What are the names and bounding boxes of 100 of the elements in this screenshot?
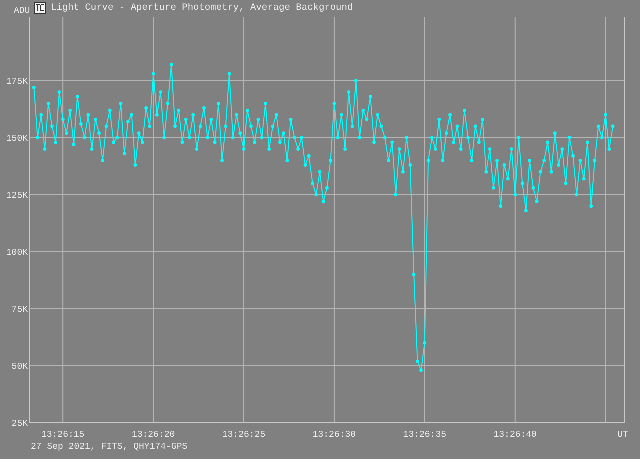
data-point <box>292 136 296 140</box>
data-point <box>184 118 188 122</box>
data-point <box>68 108 72 112</box>
data-point <box>314 193 318 197</box>
data-point <box>502 164 506 167</box>
data-point <box>596 124 600 128</box>
data-point <box>108 108 112 112</box>
data-point <box>347 90 351 94</box>
data-point <box>177 108 181 112</box>
data-point <box>546 140 550 144</box>
data-point <box>550 170 554 174</box>
axis-label: 50K <box>12 362 28 372</box>
data-point <box>593 159 597 162</box>
data-point <box>539 170 542 174</box>
data-point <box>575 193 579 197</box>
axis-label: 13:26:25 <box>222 430 266 440</box>
axis-label: 13:26:30 <box>312 430 356 440</box>
data-point <box>195 148 199 151</box>
data-point <box>517 136 521 140</box>
data-point <box>206 136 210 140</box>
data-point <box>188 136 192 140</box>
data-point <box>242 148 246 151</box>
status-text: 27 Sep 2021, FITS, QHY174-GPS <box>30 441 189 452</box>
data-point <box>98 132 101 136</box>
data-point <box>459 148 463 151</box>
data-point <box>444 132 448 136</box>
data-point <box>126 120 130 124</box>
data-point <box>268 148 272 151</box>
data-point <box>76 95 80 99</box>
data-point <box>590 204 594 208</box>
data-point <box>506 177 510 181</box>
data-point <box>264 102 268 106</box>
data-point <box>286 159 290 162</box>
data-point <box>220 159 224 162</box>
data-point <box>119 102 123 106</box>
app-icon <box>34 2 46 14</box>
data-point <box>141 140 144 144</box>
data-point <box>40 113 44 117</box>
data-point <box>282 132 286 136</box>
data-point <box>434 148 438 151</box>
data-point <box>542 159 546 162</box>
data-point <box>80 122 83 126</box>
data-point <box>466 136 470 140</box>
data-point <box>192 113 196 117</box>
axis-label: 13:26:20 <box>132 430 176 440</box>
data-point <box>130 113 134 117</box>
data-point <box>608 148 612 151</box>
data-point <box>340 113 344 117</box>
data-point <box>54 140 58 144</box>
data-point <box>456 124 460 128</box>
data-point <box>170 63 174 67</box>
data-point <box>246 108 250 112</box>
data-point <box>50 124 54 128</box>
data-point <box>90 148 94 151</box>
data-point <box>278 140 282 144</box>
data-point <box>180 140 184 144</box>
data-point <box>326 186 329 190</box>
data-point <box>174 124 177 128</box>
axis-label: 75K <box>12 304 28 315</box>
data-point <box>553 132 557 136</box>
data-point <box>380 124 384 128</box>
axis-label: 13:26:40 <box>494 430 537 440</box>
data-point <box>329 159 333 162</box>
data-point <box>152 72 156 76</box>
data-point <box>478 140 481 144</box>
data-point <box>61 118 65 122</box>
data-point <box>499 204 503 208</box>
data-point <box>307 154 311 158</box>
data-point <box>365 118 369 122</box>
axis-label: 125K <box>6 190 28 201</box>
data-point <box>322 200 326 204</box>
data-point <box>405 136 409 140</box>
data-point <box>438 118 442 122</box>
data-point <box>289 118 293 122</box>
data-point <box>383 136 387 140</box>
data-point <box>394 193 398 197</box>
data-point <box>398 148 402 151</box>
data-point <box>578 159 582 162</box>
data-point <box>358 136 362 140</box>
data-point <box>336 136 340 140</box>
data-point <box>426 159 430 162</box>
data-point <box>535 200 539 204</box>
data-point <box>58 90 62 94</box>
data-point <box>271 124 275 128</box>
data-point <box>162 136 166 140</box>
data-point <box>253 140 257 144</box>
axis-label: 175K <box>6 76 28 87</box>
data-point <box>586 140 590 144</box>
data-point <box>231 136 235 140</box>
data-point <box>134 164 138 167</box>
data-point <box>568 136 572 140</box>
data-point <box>564 182 568 186</box>
data-point <box>137 132 141 136</box>
data-point <box>412 273 416 276</box>
data-point <box>94 118 98 122</box>
axis-label: 13:26:35 <box>403 430 447 440</box>
data-point <box>496 159 499 162</box>
axis-label: 100K <box>6 248 28 258</box>
data-point <box>300 136 304 140</box>
data-point <box>430 136 434 140</box>
